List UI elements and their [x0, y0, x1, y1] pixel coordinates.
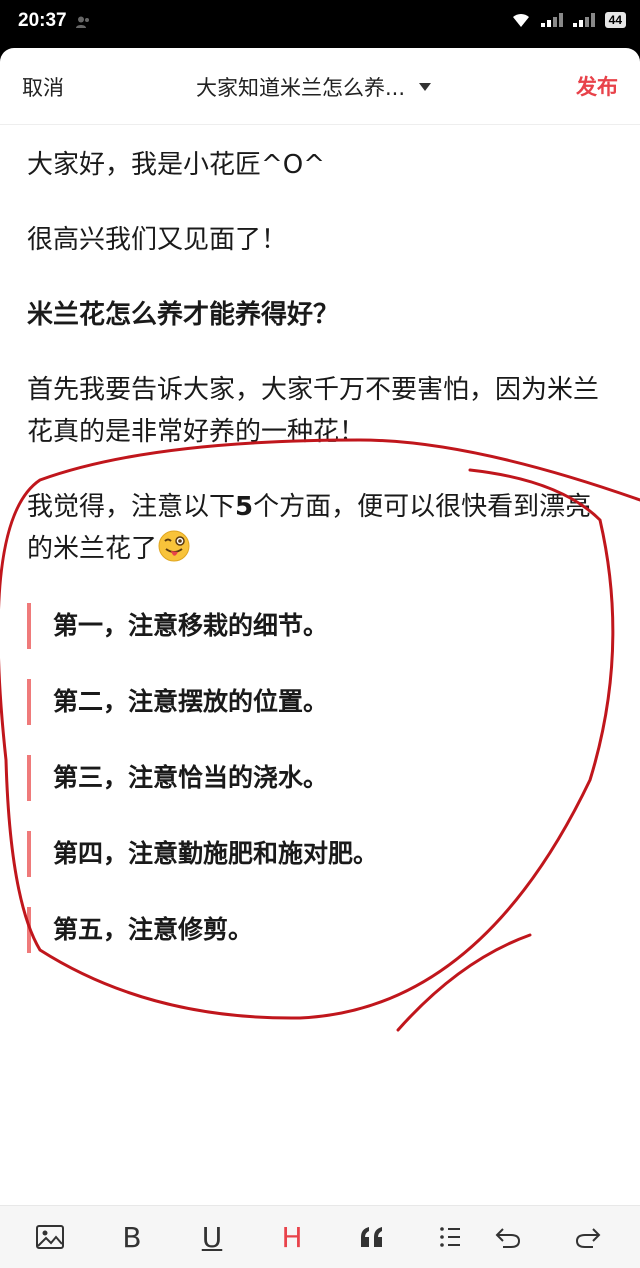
- underline-button[interactable]: U: [194, 1220, 230, 1254]
- editor-sheet: 取消 大家知道米兰怎么养... 发布 大家好，我是小花匠^O^ 很高兴我们又见面…: [0, 48, 640, 1268]
- paragraph-points-intro: 我觉得，注意以下5个方面，便可以很快看到漂亮的米兰花了: [27, 486, 617, 570]
- cancel-button[interactable]: 取消: [22, 72, 64, 102]
- paragraph-welcome: 很高兴我们又见面了！: [27, 225, 288, 255]
- wifi-icon: [512, 13, 529, 27]
- paragraph-heading: 米兰花怎么养才能养得好？: [27, 300, 340, 330]
- caret-down-icon: [419, 83, 432, 91]
- bold-button[interactable]: B: [114, 1220, 150, 1254]
- redo-icon[interactable]: [570, 1220, 606, 1254]
- intro-text-a: 我觉得，注意以下: [27, 492, 236, 522]
- status-bar: 20:37 44: [0, 0, 640, 46]
- point-item-5: 第五，注意修剪。: [27, 907, 617, 953]
- intro-number: 5: [235, 492, 254, 522]
- point-item-1: 第一，注意移栽的细节。: [27, 603, 617, 649]
- point-item-4: 第四，注意勤施肥和施对肥。: [27, 831, 617, 877]
- quote-icon[interactable]: [354, 1220, 390, 1254]
- signal-icon-2: [572, 13, 595, 27]
- winking-tongue-emoji-icon: [158, 530, 190, 562]
- paragraph-greeting: 大家好，我是小花匠^O^: [27, 150, 326, 180]
- battery-indicator: 44: [604, 12, 626, 28]
- paragraph-intro: 首先我要告诉大家，大家千万不要害怕，因为米兰花真的是非常好养的一种花！: [27, 375, 600, 447]
- publish-button[interactable]: 发布: [576, 71, 618, 101]
- point-item-2: 第二，注意摆放的位置。: [27, 679, 617, 725]
- signal-icon: [540, 13, 563, 27]
- format-toolbar: B U H: [0, 1205, 640, 1268]
- undo-icon[interactable]: [490, 1220, 526, 1254]
- point-item-3: 第三，注意恰当的浇水。: [27, 755, 617, 801]
- article-title: 大家知道米兰怎么养...: [196, 76, 406, 100]
- list-icon[interactable]: [432, 1220, 468, 1254]
- image-icon[interactable]: [32, 1220, 68, 1254]
- heading-button[interactable]: H: [274, 1220, 310, 1254]
- editor-content[interactable]: 大家好，我是小花匠^O^ 很高兴我们又见面了！ 米兰花怎么养才能养得好？ 首先我…: [27, 144, 617, 983]
- article-title-selector[interactable]: 大家知道米兰怎么养...: [196, 72, 432, 102]
- person-icon: [76, 16, 89, 28]
- status-time: 20:37: [18, 10, 67, 31]
- editor-header: 取消 大家知道米兰怎么养... 发布: [0, 48, 640, 125]
